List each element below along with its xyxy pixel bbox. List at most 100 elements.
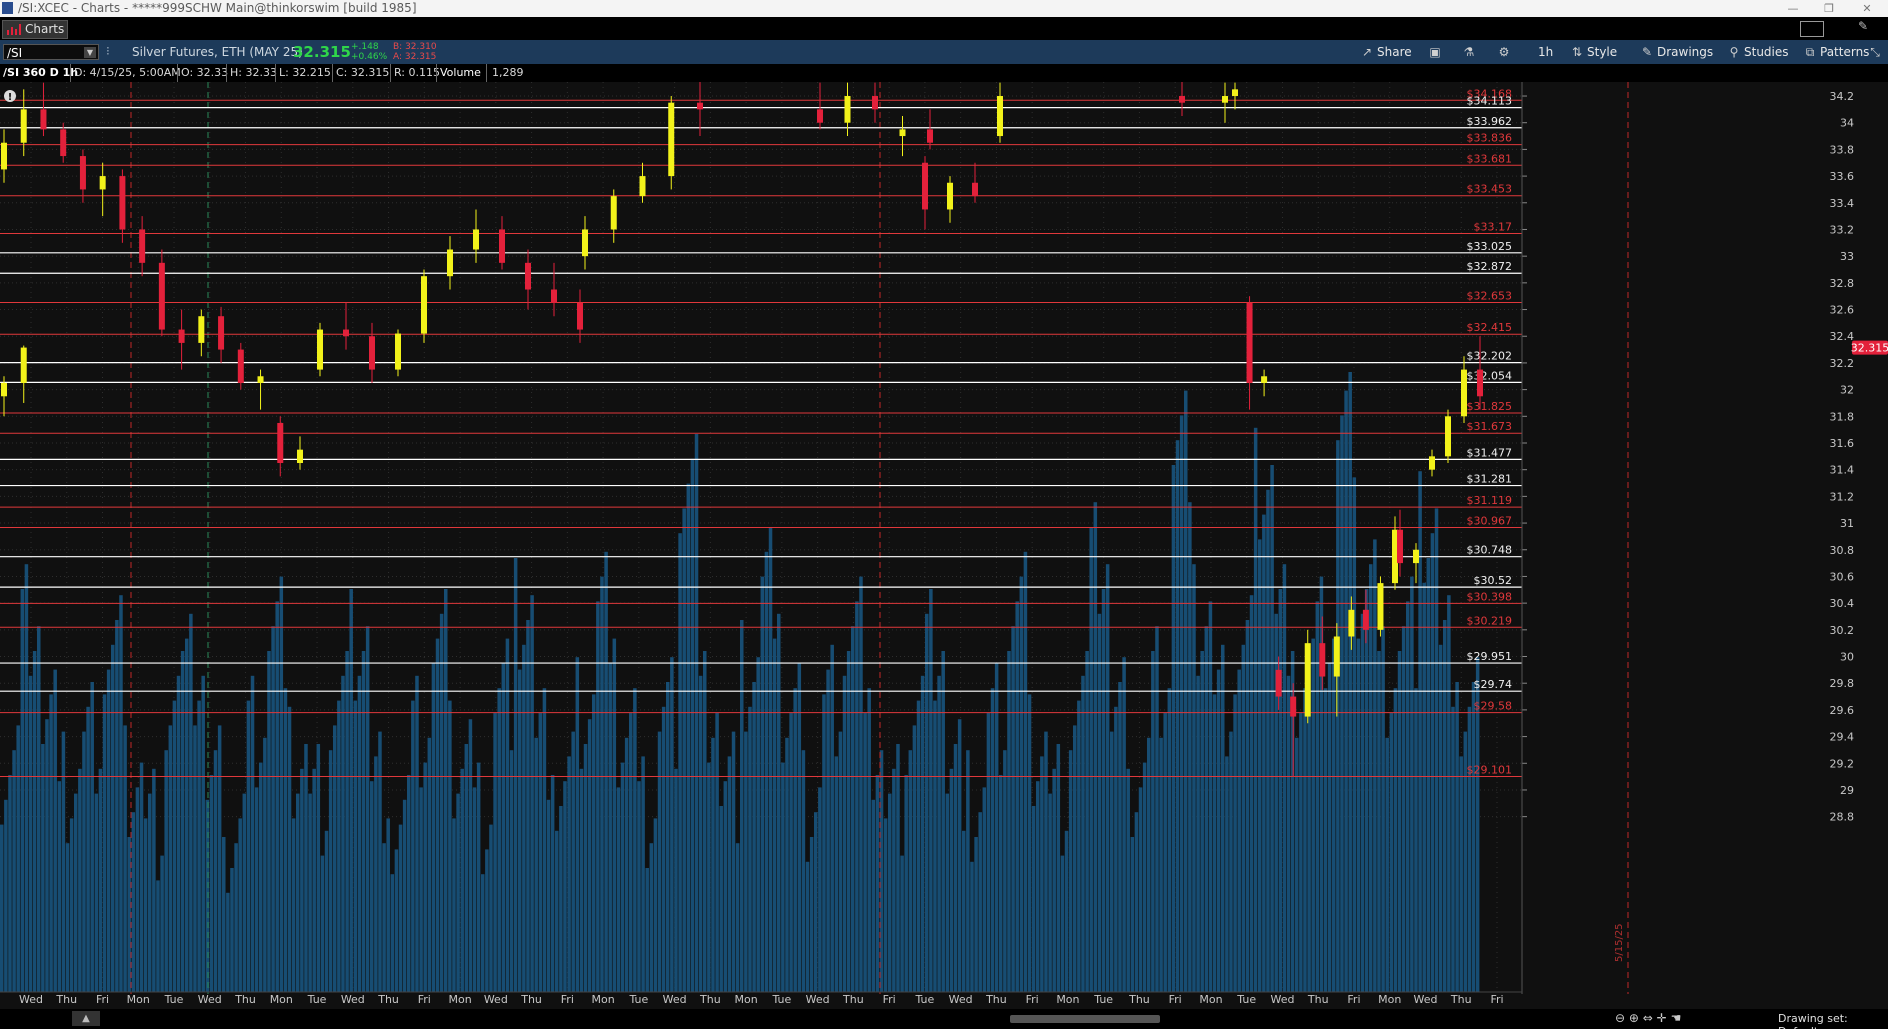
volume-bar <box>1434 508 1439 992</box>
patterns-button[interactable]: ⧉ Patterns <box>1803 43 1870 61</box>
volume-bar <box>419 787 423 992</box>
volume-bar <box>345 651 349 992</box>
price-chart[interactable]: 5/15/25 $34.168$34.113$33.962$33.836$33.… <box>0 82 1888 1009</box>
volume-bar <box>883 818 888 992</box>
volume-bar <box>41 744 45 992</box>
volume-bar <box>538 713 543 992</box>
tab-charts[interactable]: Charts <box>2 20 68 39</box>
candle-body <box>139 229 146 263</box>
volume-bar <box>592 694 596 992</box>
volume-bar <box>1233 694 1237 992</box>
volume-bar <box>357 675 362 992</box>
volume-bar <box>703 651 707 992</box>
volume-bar <box>98 768 103 992</box>
volume-bar <box>476 762 481 992</box>
volume-bar <box>1044 731 1048 992</box>
volume-bar <box>534 737 538 992</box>
collapse-button[interactable]: ▲ <box>72 1011 100 1026</box>
volume-bar <box>756 657 760 992</box>
studies-button[interactable]: ⚲ Studies <box>1727 43 1789 61</box>
volume-bar <box>571 731 575 992</box>
candle-body <box>499 229 505 263</box>
timeframe-button[interactable]: 1h <box>1538 43 1553 61</box>
candle-body <box>277 422 284 464</box>
volume-bar <box>1303 688 1307 992</box>
volume-bar <box>1019 576 1024 992</box>
window-layout-icon[interactable] <box>1800 21 1824 37</box>
candle-body <box>79 156 86 190</box>
candle-body <box>551 289 557 303</box>
volume-bar <box>168 725 173 992</box>
screenshot-button[interactable]: ▣ <box>1428 43 1445 61</box>
volume-bar <box>986 713 991 992</box>
volume-bar <box>374 756 378 992</box>
volume-bar <box>723 781 728 992</box>
volume-bar <box>674 768 678 992</box>
volume-bar <box>768 527 773 992</box>
x-tick-label: Wed <box>663 993 687 1006</box>
settings-button[interactable]: ⚙ <box>1497 43 1514 61</box>
volume-bar <box>53 669 57 992</box>
pin-icon[interactable]: ✎ <box>1858 19 1868 33</box>
volume-bar <box>135 787 140 992</box>
volume-bar <box>119 595 123 992</box>
volume-bar <box>1348 372 1352 992</box>
zoom-controls: ⊖ ⊕ ⇔ ✛ ☚ <box>1615 1011 1681 1025</box>
volume-bar <box>563 781 567 992</box>
zoom-in-icon[interactable]: ⊕ <box>1629 1011 1639 1025</box>
volume-bar <box>970 861 974 992</box>
minimize-icon[interactable]: — <box>1778 0 1808 17</box>
share-button[interactable]: ↗ Share <box>1360 43 1412 61</box>
volume-bar <box>1212 694 1217 992</box>
volume-bar <box>94 793 99 992</box>
volume-bar <box>1299 713 1303 992</box>
volume-bar <box>513 558 518 992</box>
link-icon[interactable]: ⁝ <box>106 44 110 58</box>
x-tick-label: Thu <box>699 993 721 1006</box>
restore-icon[interactable]: ❐ <box>1814 0 1844 17</box>
volume-bar <box>1171 465 1176 992</box>
volume-bar <box>875 775 880 992</box>
price-level-label: $30.398 <box>1467 590 1513 603</box>
style-button[interactable]: ⇅ Style <box>1570 43 1617 61</box>
volume-bar <box>49 694 53 992</box>
candle-body <box>1477 369 1483 397</box>
volume-bar <box>411 700 415 992</box>
hand-icon[interactable]: ☚ <box>1671 1011 1682 1025</box>
bar-date: D: 4/15/25, 5:00AM <box>74 66 181 79</box>
crosshair-icon[interactable]: ✛ <box>1657 1011 1667 1025</box>
volume-bar <box>629 713 633 992</box>
candle-body <box>257 376 264 383</box>
expand-button[interactable]: ⤡ <box>1868 43 1885 61</box>
y-tick-label: 29.8 <box>1830 677 1855 690</box>
volume-bar <box>115 620 119 992</box>
x-tick-label: Fri <box>883 993 896 1006</box>
volume-bar <box>912 725 917 992</box>
symbol-input[interactable]: /SI ▼ <box>3 44 99 60</box>
flask-button[interactable]: ⚗ <box>1462 43 1479 61</box>
symbol-dropdown-icon[interactable]: ▼ <box>84 47 96 58</box>
zoom-out-icon[interactable]: ⊖ <box>1615 1011 1625 1025</box>
candle-body <box>1290 696 1297 717</box>
volume-bar <box>1122 657 1126 992</box>
horizontal-scrollbar[interactable] <box>1010 1015 1160 1023</box>
y-tick-label: 31.4 <box>1830 464 1855 477</box>
price-level-label: $31.119 <box>1467 494 1513 507</box>
volume-bar <box>793 688 797 992</box>
info-separator <box>275 64 276 82</box>
volume-bar <box>670 657 674 992</box>
drawings-button[interactable]: ✎ Drawings <box>1640 43 1713 61</box>
volume-bar <box>1208 601 1213 992</box>
volume-bar <box>526 620 530 992</box>
volume-bar <box>279 576 284 992</box>
drawing-set[interactable]: Drawing set: Default <box>1778 1012 1888 1029</box>
close-icon[interactable]: ✕ <box>1852 0 1882 17</box>
volume-bar <box>1221 644 1225 992</box>
y-tick-label: 29.6 <box>1830 704 1855 717</box>
candle-body <box>1179 96 1185 103</box>
candle-body <box>99 176 106 190</box>
volume-bar <box>172 700 177 992</box>
volume-bar <box>201 675 205 992</box>
volume-bar <box>567 756 571 992</box>
pan-icon[interactable]: ⇔ <box>1643 1011 1653 1025</box>
